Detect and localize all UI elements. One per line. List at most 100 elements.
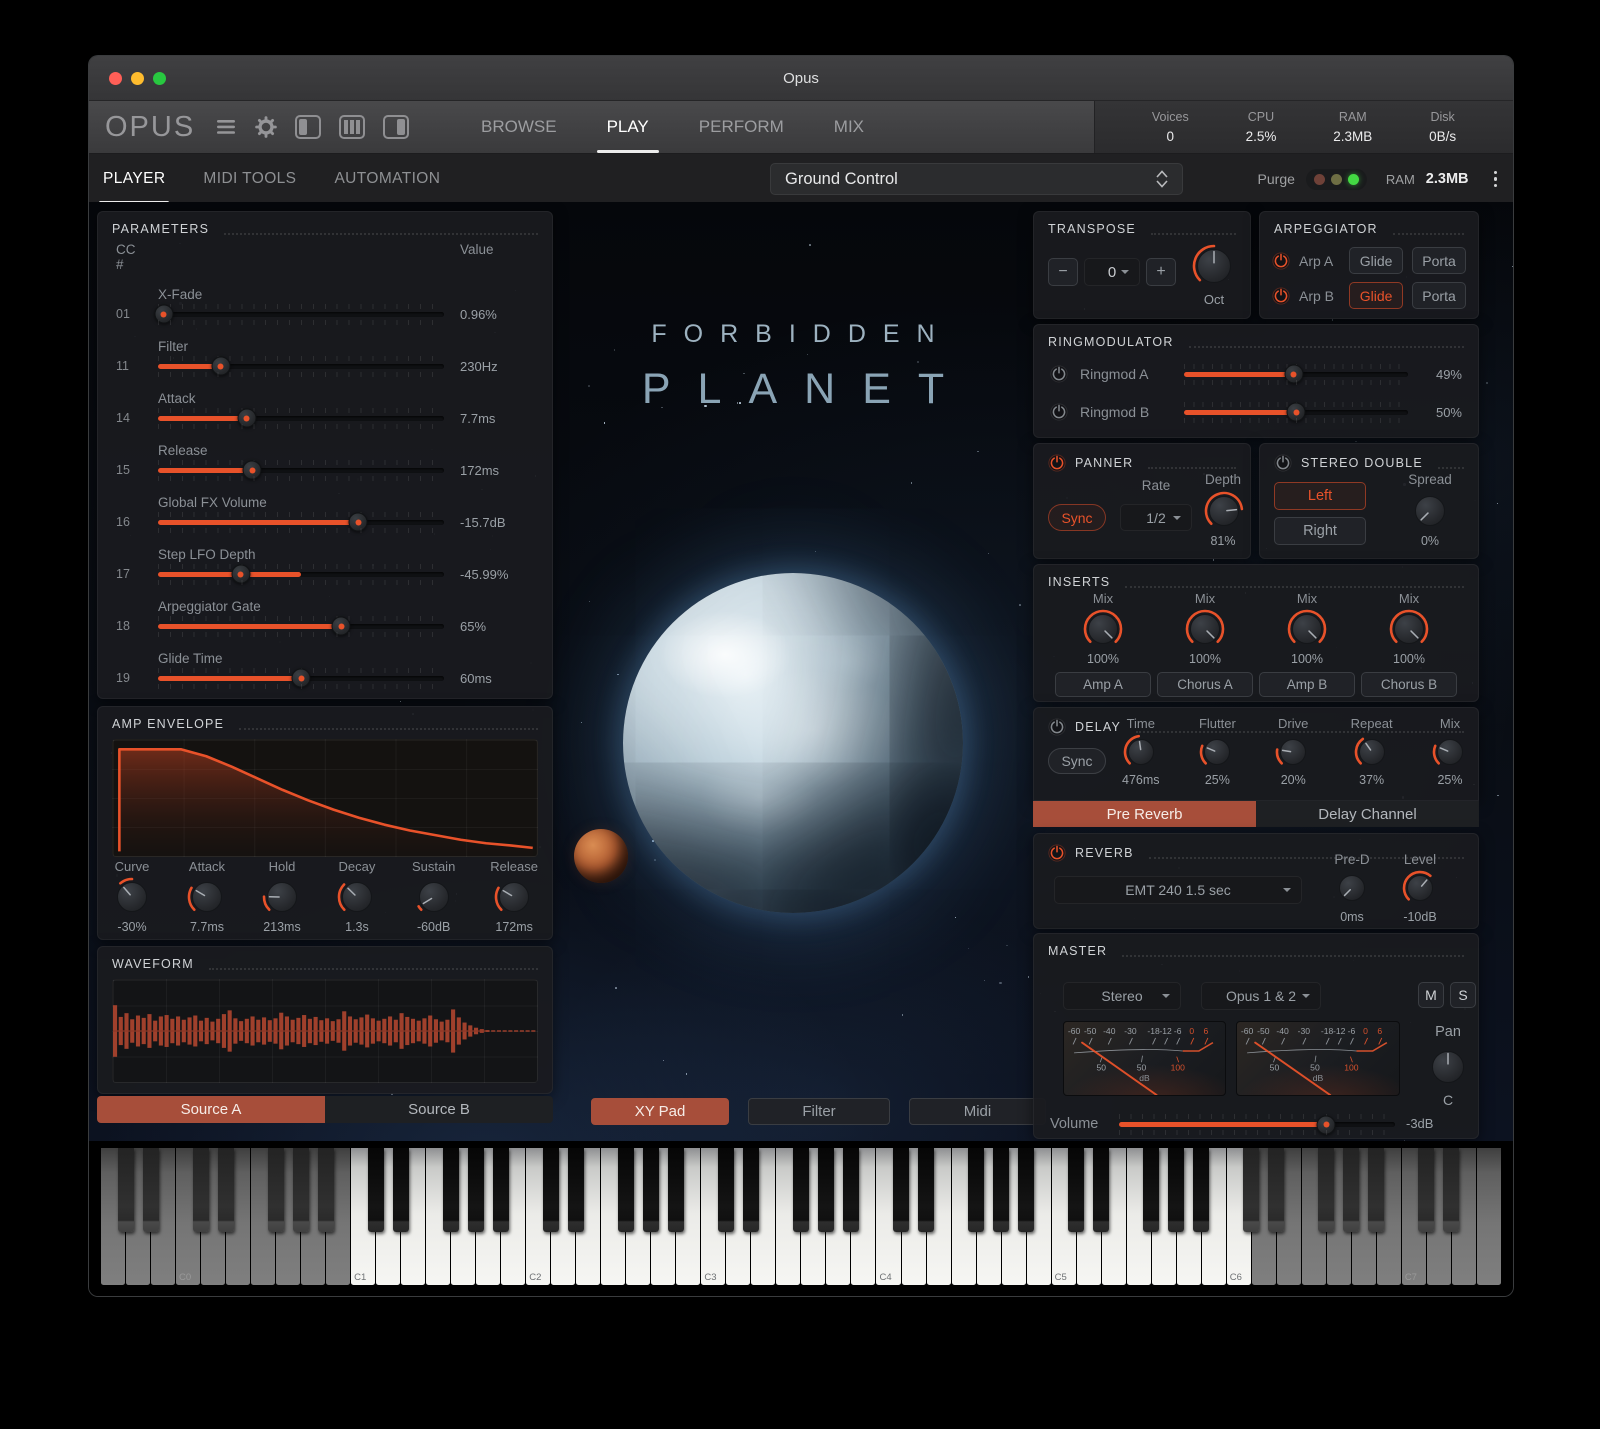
piano-black-key[interactable] [543, 1148, 559, 1232]
hold-knob[interactable] [262, 877, 302, 917]
tab-midi[interactable]: Midi [909, 1098, 1046, 1125]
piano-black-key[interactable] [668, 1148, 684, 1232]
insert-mix-knob[interactable] [1287, 609, 1327, 649]
piano-black-key[interactable] [1418, 1148, 1434, 1232]
menu-icon[interactable] [217, 119, 237, 135]
overflow-menu-icon[interactable] [1490, 170, 1502, 188]
stereo-right-button[interactable]: Right [1274, 517, 1366, 545]
time-knob[interactable] [1123, 734, 1159, 770]
tab-mix[interactable]: MIX [834, 101, 864, 153]
delay-power-icon[interactable] [1048, 718, 1066, 736]
mute-button[interactable]: M [1418, 982, 1444, 1008]
tab-player[interactable]: PLAYER [98, 154, 170, 204]
panner-power-icon[interactable] [1048, 454, 1066, 472]
decay-knob[interactable] [337, 877, 377, 917]
insert-mix-knob[interactable] [1185, 609, 1225, 649]
piano-black-key[interactable] [143, 1148, 159, 1232]
piano-black-key[interactable] [393, 1148, 409, 1232]
piano-black-key[interactable] [818, 1148, 834, 1232]
arp-power-icon[interactable] [1272, 286, 1290, 305]
close-button[interactable] [109, 71, 122, 85]
piano-black-key[interactable] [1018, 1148, 1034, 1232]
tab-browse[interactable]: BROWSE [481, 101, 557, 153]
preset-selector[interactable]: Ground Control [770, 163, 1183, 195]
repeat-knob[interactable] [1354, 734, 1390, 770]
piano-white-key[interactable] [1476, 1148, 1501, 1285]
piano-black-key[interactable] [268, 1148, 284, 1232]
insert-effect-button[interactable]: Chorus B [1361, 672, 1457, 697]
piano-black-key[interactable] [793, 1148, 809, 1232]
parameter-slider[interactable] [158, 563, 444, 585]
stereo-double-power-icon[interactable] [1274, 454, 1292, 472]
reverb-power-icon[interactable] [1048, 844, 1066, 862]
panner-depth-knob[interactable] [1204, 491, 1244, 531]
rate-dropdown[interactable]: 1/2 [1120, 504, 1192, 531]
output-channel-dropdown[interactable]: Opus 1 & 2 [1201, 982, 1321, 1010]
piano-black-key[interactable] [443, 1148, 459, 1232]
piano-black-key[interactable] [193, 1148, 209, 1232]
tab-play[interactable]: PLAY [596, 101, 660, 153]
curve-knob[interactable] [112, 877, 152, 917]
piano-black-key[interactable] [618, 1148, 634, 1232]
tab-pre-reverb[interactable]: Pre Reverb [1033, 801, 1256, 827]
parameter-slider[interactable] [158, 511, 444, 533]
insert-effect-button[interactable]: Chorus A [1157, 672, 1253, 697]
stereo-spread-knob[interactable] [1410, 491, 1450, 531]
piano-black-key[interactable] [1343, 1148, 1359, 1232]
piano-black-key[interactable] [918, 1148, 934, 1232]
piano-black-key[interactable] [843, 1148, 859, 1232]
master-volume-slider[interactable] [1119, 1114, 1395, 1135]
purge-label[interactable]: Purge [1258, 171, 1295, 187]
piano-black-key[interactable] [368, 1148, 384, 1232]
arp-power-icon[interactable] [1272, 251, 1290, 270]
insert-mix-knob[interactable] [1389, 609, 1429, 649]
insert-effect-button[interactable]: Amp B [1259, 672, 1355, 697]
zoom-button[interactable] [153, 71, 166, 85]
mix-knob[interactable] [1432, 734, 1468, 770]
ringmod-power-icon[interactable] [1050, 403, 1068, 421]
piano-black-key[interactable] [468, 1148, 484, 1232]
piano-black-key[interactable] [1068, 1148, 1084, 1232]
tab-xy-pad[interactable]: XY Pad [591, 1098, 729, 1125]
tab-perform[interactable]: PERFORM [699, 101, 784, 153]
sustain-knob[interactable] [414, 877, 454, 917]
panner-sync-button[interactable]: Sync [1048, 504, 1106, 531]
ringmod-slider[interactable] [1184, 401, 1408, 423]
insert-mix-knob[interactable] [1083, 609, 1123, 649]
piano-black-key[interactable] [968, 1148, 984, 1232]
piano-black-key[interactable] [993, 1148, 1009, 1232]
piano-black-key[interactable] [1243, 1148, 1259, 1232]
keyboard-view-icon[interactable] [339, 115, 366, 139]
flutter-knob[interactable] [1199, 734, 1235, 770]
piano-black-key[interactable] [1193, 1148, 1209, 1232]
piano-black-key[interactable] [1268, 1148, 1284, 1232]
piano-black-key[interactable] [218, 1148, 234, 1232]
transpose-value[interactable]: 0 [1084, 258, 1140, 286]
reverb-pre-delay-knob[interactable] [1334, 870, 1370, 906]
piano-black-key[interactable] [568, 1148, 584, 1232]
arp-glide-button[interactable]: Glide [1349, 247, 1404, 274]
piano-black-key[interactable] [318, 1148, 334, 1232]
ringmod-power-icon[interactable] [1050, 365, 1068, 383]
right-panel-view-icon[interactable] [383, 115, 410, 139]
transpose-increment-button[interactable]: + [1146, 258, 1176, 286]
reverb-preset-dropdown[interactable]: EMT 240 1.5 sec [1054, 876, 1302, 904]
insert-effect-button[interactable]: Amp A [1055, 672, 1151, 697]
ringmod-slider[interactable] [1184, 363, 1408, 385]
minimize-button[interactable] [131, 71, 144, 85]
piano-black-key[interactable] [893, 1148, 909, 1232]
gear-icon[interactable] [255, 116, 277, 138]
parameter-slider[interactable] [158, 459, 444, 481]
tab-source-b[interactable]: Source B [325, 1096, 553, 1123]
tab-delay-channel[interactable]: Delay Channel [1256, 801, 1479, 827]
piano-black-key[interactable] [293, 1148, 309, 1232]
piano-black-key[interactable] [1093, 1148, 1109, 1232]
piano-black-key[interactable] [118, 1148, 134, 1232]
reverb-level-knob[interactable] [1402, 870, 1438, 906]
solo-button[interactable]: S [1450, 982, 1476, 1008]
envelope-graph[interactable] [112, 739, 538, 857]
arp-porta-button[interactable]: Porta [1412, 282, 1466, 309]
left-panel-view-icon[interactable] [295, 115, 322, 139]
parameter-slider[interactable] [154, 303, 444, 325]
stereo-left-button[interactable]: Left [1274, 482, 1366, 510]
